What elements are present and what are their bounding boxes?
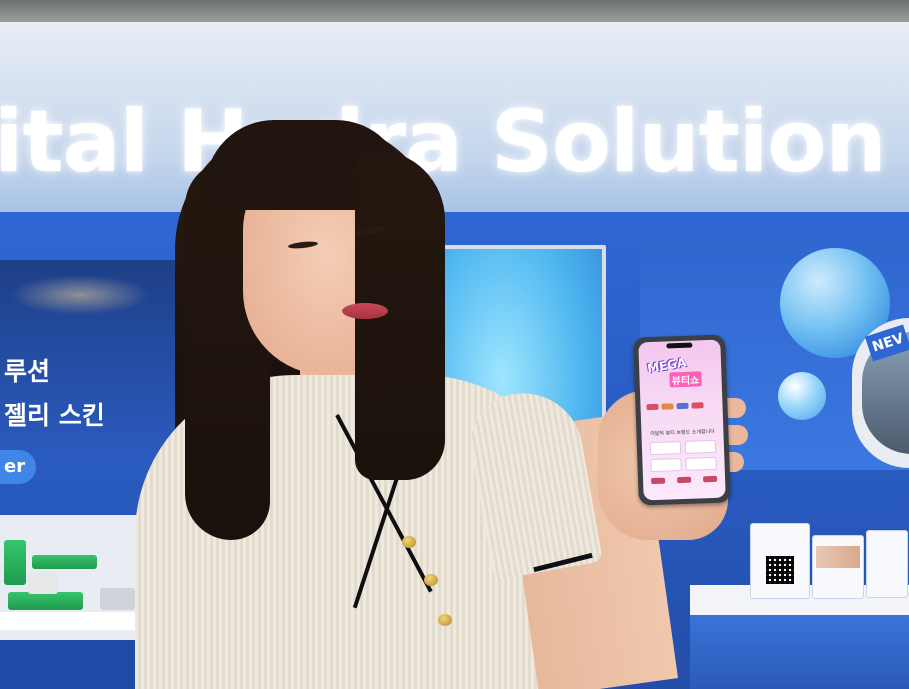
phone-caption: 이달의 뷰티 브랜드 소개합니다: [650, 428, 715, 438]
phone-notch: [666, 342, 693, 349]
smartphone: MEGA 뷰티쇼 이달의 뷰티 브랜드 소개합니다: [633, 334, 731, 506]
green-product-tube: [32, 555, 97, 569]
brand-logo-row: [646, 402, 716, 412]
brand-logo: [646, 403, 659, 411]
gold-button: [438, 614, 452, 626]
ceiling: [0, 0, 909, 22]
green-product-box: [8, 592, 83, 610]
phone-screen: MEGA 뷰티쇼 이달의 뷰티 브랜드 소개합니다: [638, 339, 726, 501]
eye-display-card: [812, 535, 864, 599]
product-grid: [649, 439, 717, 473]
product-card: [685, 456, 717, 471]
photo-scene: ital Hydra Solution 루션 젤리 스킨 er NEV MEGA…: [0, 0, 909, 689]
eye-photo: [816, 546, 860, 568]
booth-sign-text: ital Hydra Solution: [0, 92, 887, 192]
product-display-card: [866, 530, 908, 598]
brand-logo: [661, 403, 674, 410]
left-panel-text-line2: 젤리 스킨: [4, 401, 105, 430]
lips: [342, 303, 388, 319]
white-product-box: [28, 572, 58, 594]
left-panel-pill: er: [0, 450, 36, 484]
phone-bottom-row: [651, 475, 718, 488]
small-bubble-decoration: [778, 372, 826, 420]
product-card: [684, 439, 717, 454]
bottom-tag: [651, 477, 666, 485]
left-panel-light: [10, 275, 150, 315]
right-shelf-base: [690, 615, 909, 689]
bottom-tag: [676, 476, 692, 484]
mega-subtitle: 뷰티쇼: [669, 371, 702, 388]
green-product-box: [4, 540, 26, 585]
qr-display-card: [750, 523, 810, 599]
booth-sign-band: ital Hydra Solution: [0, 22, 909, 212]
grey-product-box: [100, 588, 135, 610]
left-panel-text-line1: 루션: [4, 357, 51, 386]
brand-logo: [676, 402, 689, 410]
gold-button: [424, 574, 438, 586]
product-card: [649, 441, 682, 456]
gold-button: [402, 536, 416, 548]
product-card: [650, 458, 682, 473]
brand-logo: [691, 402, 704, 409]
qr-code: [766, 556, 794, 584]
bottom-tag: [702, 475, 718, 483]
